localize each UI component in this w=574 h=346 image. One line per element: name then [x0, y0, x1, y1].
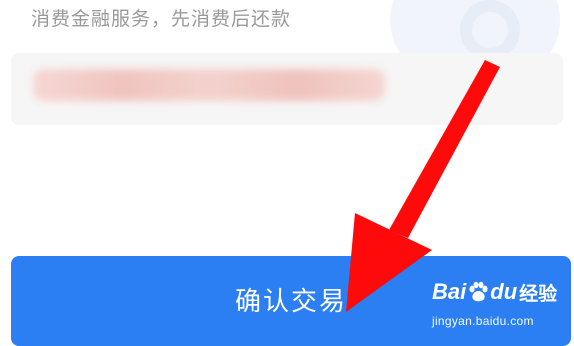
arrow-head [346, 213, 432, 312]
watermark-jingyan-text: 经验 [519, 283, 558, 305]
watermark-url: jingyan.baidu.com [432, 314, 534, 328]
arrow-shaft [389, 60, 500, 238]
watermark-du-text: du [490, 279, 518, 304]
paw-icon [469, 281, 488, 302]
watermark-bai-text: Bai [432, 279, 467, 304]
baidu-jingyan-watermark: Bai du 经验 jingyan.baidu.com [432, 276, 572, 336]
